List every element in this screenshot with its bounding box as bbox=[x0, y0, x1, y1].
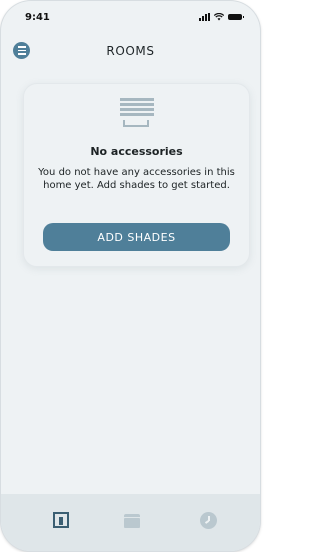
page-title: ROOMS bbox=[106, 44, 155, 58]
clock-icon[interactable] bbox=[200, 512, 217, 529]
status-time: 9:41 bbox=[25, 12, 50, 23]
signal-icon bbox=[199, 13, 210, 21]
empty-state-card: No accessories You do not have any acces… bbox=[23, 83, 250, 267]
phone-screen: 9:41 ROOMS No accessories You do not hav… bbox=[1, 1, 260, 551]
wifi-icon bbox=[214, 13, 224, 21]
status-icons bbox=[199, 13, 244, 21]
empty-state-message: You do not have any accessories in this … bbox=[38, 167, 235, 191]
empty-state-title: No accessories bbox=[90, 145, 183, 158]
door-icon[interactable] bbox=[53, 512, 69, 528]
shade-icon[interactable] bbox=[124, 514, 140, 528]
add-shades-button[interactable]: ADD SHADES bbox=[43, 223, 230, 251]
window-shade-icon bbox=[120, 98, 154, 128]
tab-bar bbox=[1, 494, 260, 551]
status-bar: 9:41 bbox=[1, 1, 260, 35]
battery-icon bbox=[228, 14, 244, 20]
